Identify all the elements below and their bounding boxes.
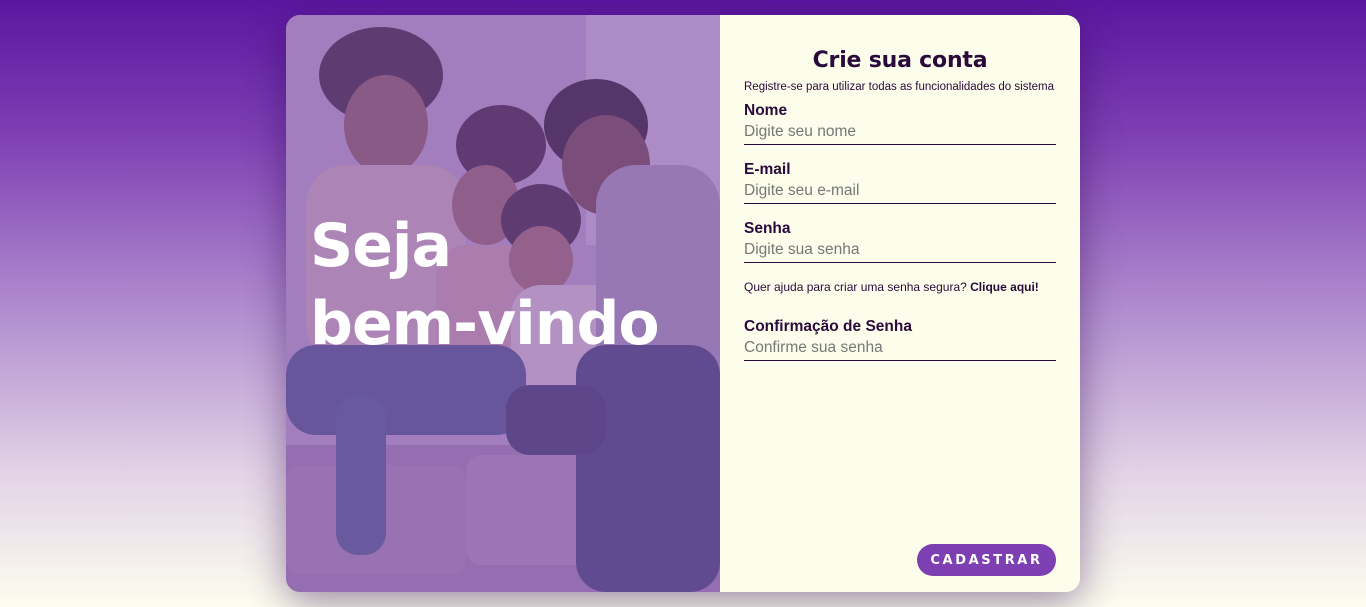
confirm-password-label: Confirmação de Senha — [744, 318, 912, 335]
password-help: Quer ajuda para criar uma senha segura? … — [744, 280, 1056, 294]
welcome-heading-line1: Seja — [310, 211, 452, 281]
register-button[interactable]: CADASTRAR — [917, 544, 1056, 576]
password-help-link[interactable]: Clique aqui! — [970, 280, 1039, 294]
welcome-heading-line2: bem-vindo — [310, 289, 660, 359]
name-input[interactable] — [744, 122, 1056, 145]
welcome-heading: Seja bem-vindo — [310, 207, 710, 363]
name-label: Nome — [744, 102, 788, 119]
password-input[interactable] — [744, 240, 1056, 263]
confirm-password-field: Confirmação de Senha — [744, 318, 1056, 361]
form-title: Crie sua conta — [812, 48, 988, 73]
signup-form: Crie sua conta Registre-se para utilizar… — [720, 15, 1080, 592]
name-field: Nome — [744, 102, 1056, 145]
hero-panel: Seja bem-vindo — [286, 15, 720, 592]
email-input[interactable] — [744, 181, 1056, 204]
email-label: E-mail — [744, 161, 791, 178]
signup-card: Seja bem-vindo Crie sua conta Registre-s… — [286, 15, 1080, 592]
password-field: Senha — [744, 220, 1056, 263]
email-field: E-mail — [744, 161, 1056, 204]
confirm-password-input[interactable] — [744, 338, 1056, 361]
password-help-text: Quer ajuda para criar uma senha segura? — [744, 280, 971, 294]
form-subtitle: Registre-se para utilizar todas as funci… — [744, 81, 1055, 93]
password-label: Senha — [744, 220, 791, 237]
